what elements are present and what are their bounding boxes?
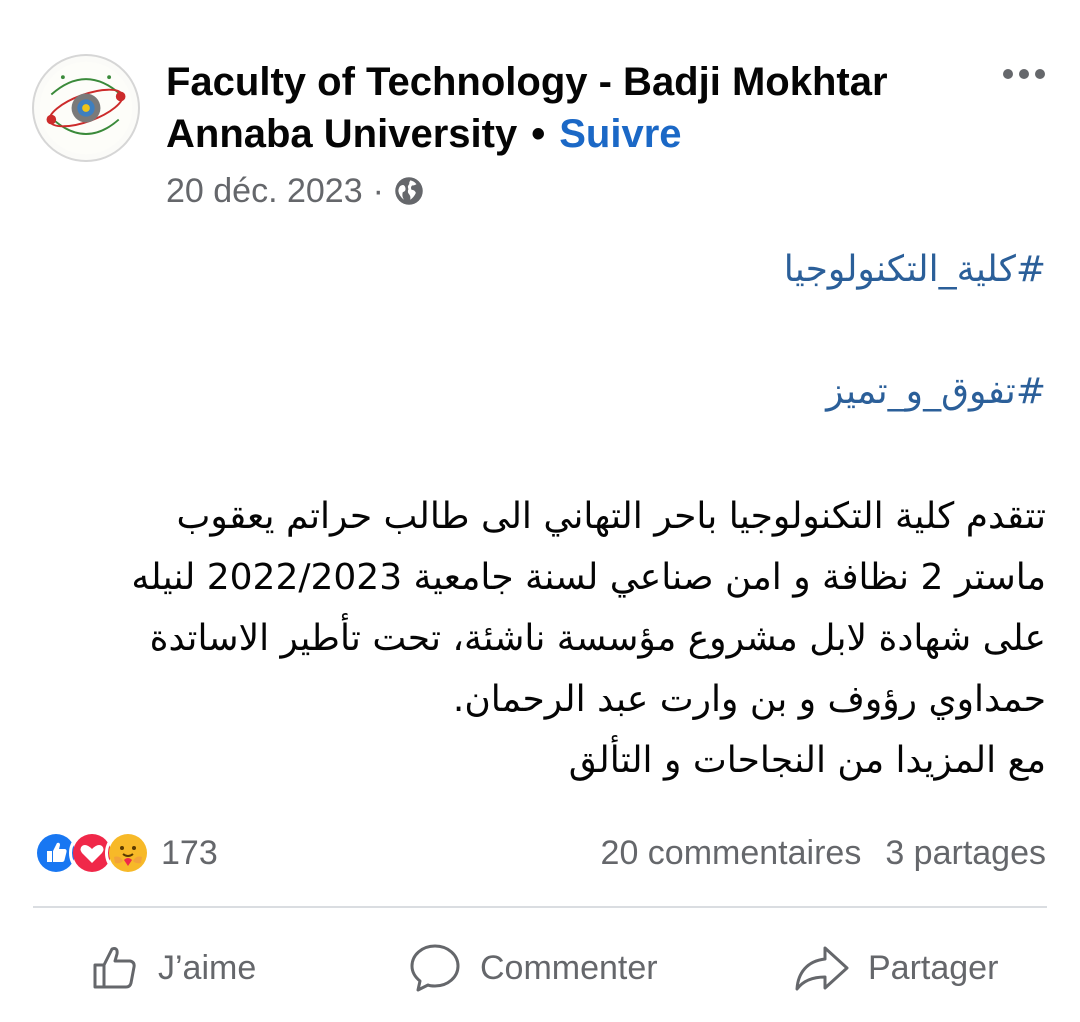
post-stats: 20 commentaires 3 partages bbox=[601, 830, 1046, 876]
more-dot-icon bbox=[1019, 69, 1029, 79]
globe-icon bbox=[395, 177, 423, 205]
post-text-line: تتقدم كلية التكنولوجيا باحر التهاني الى … bbox=[176, 496, 1046, 537]
care-icon bbox=[105, 830, 151, 876]
post-content: #كلية_التكنولوجيا #تفوق_و_تميز تتقدم كلي… bbox=[34, 240, 1046, 791]
facebook-post: Faculty of Technology - Badji Mokhtar An… bbox=[0, 0, 1080, 1022]
comment-button[interactable]: Commenter bbox=[408, 930, 658, 1006]
share-arrow-icon bbox=[795, 946, 849, 991]
post-text-line: ماستر 2 نظافة و امن صناعي لسنة جامعية 20… bbox=[131, 557, 1046, 598]
shares-count-link[interactable]: 3 partages bbox=[885, 830, 1046, 876]
like-button[interactable]: J’aime bbox=[90, 930, 256, 1006]
post-actions: J’aime Commenter Partager bbox=[0, 930, 1080, 1006]
reactions-summary[interactable]: 173 bbox=[33, 830, 218, 876]
comment-bubble-icon bbox=[410, 944, 460, 992]
header-separator: • bbox=[531, 112, 546, 156]
post-text-line: مع المزيدا من النجاحات و التألق bbox=[568, 740, 1046, 781]
post-date[interactable]: 20 déc. 2023 bbox=[166, 171, 363, 211]
reaction-count: 173 bbox=[161, 833, 218, 872]
more-options-button[interactable] bbox=[994, 56, 1054, 92]
like-label: J’aime bbox=[158, 948, 257, 987]
post-text-line: على شهادة لابل مشروع مؤسسة ناشئة، تحت تأ… bbox=[149, 618, 1046, 659]
divider bbox=[33, 906, 1047, 908]
thumbs-up-icon bbox=[93, 947, 136, 989]
post-text: تتقدم كلية التكنولوجيا باحر التهاني الى … bbox=[34, 486, 1046, 791]
hashtag-link[interactable]: #كلية_التكنولوجيا bbox=[34, 240, 1046, 300]
page-avatar[interactable] bbox=[32, 54, 140, 162]
comments-count-link[interactable]: 20 commentaires bbox=[601, 830, 862, 876]
share-button[interactable]: Partager bbox=[794, 930, 998, 1006]
more-dot-icon bbox=[1035, 69, 1045, 79]
post-text-line: حمداوي رؤوف و بن وارت عبد الرحمان. bbox=[452, 679, 1046, 720]
follow-button[interactable]: Suivre bbox=[559, 112, 681, 156]
post-header: Faculty of Technology - Badji Mokhtar An… bbox=[166, 56, 966, 160]
share-label: Partager bbox=[868, 948, 999, 987]
more-dot-icon bbox=[1003, 69, 1013, 79]
meta-dot: · bbox=[372, 172, 384, 210]
post-meta: 20 déc. 2023 · bbox=[166, 171, 424, 211]
hashtag-link[interactable]: #تفوق_و_تميز bbox=[34, 362, 1046, 422]
comment-label: Commenter bbox=[480, 948, 658, 987]
university-logo bbox=[39, 61, 133, 155]
